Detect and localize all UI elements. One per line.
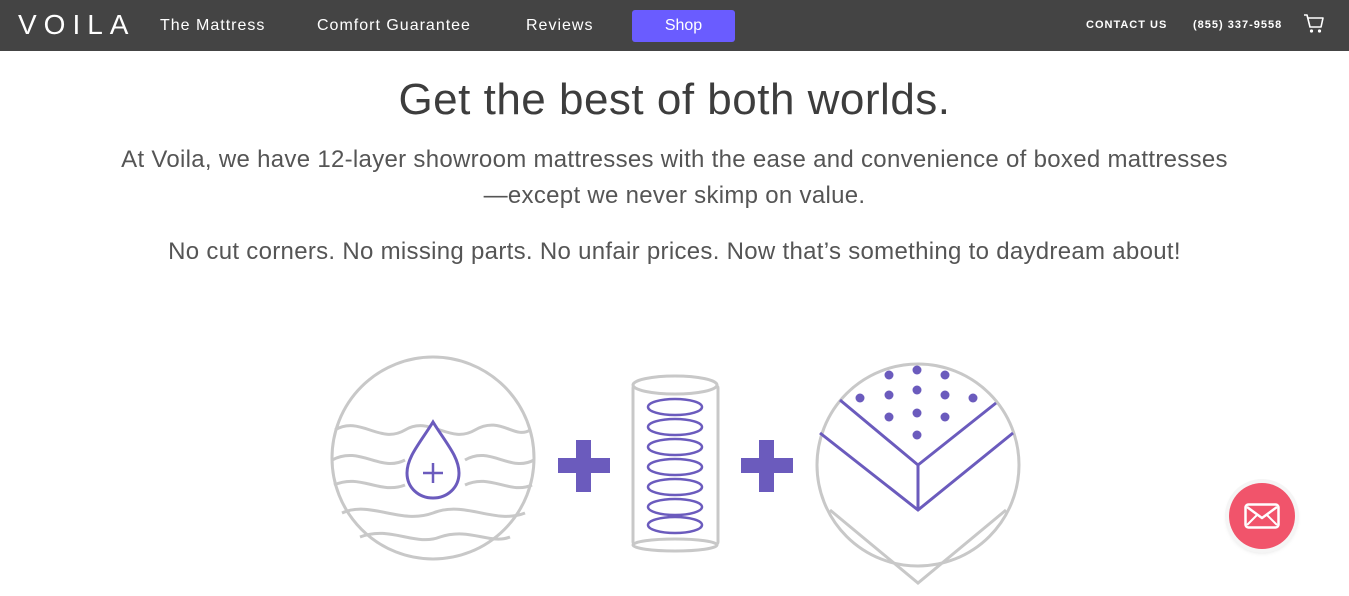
- nav-link-the-mattress[interactable]: The Mattress: [160, 16, 265, 36]
- hero-tagline: No cut corners. No missing parts. No unf…: [168, 238, 1181, 265]
- cart-icon[interactable]: [1303, 13, 1325, 35]
- coil-spring-icon: [631, 374, 720, 553]
- phone-link[interactable]: (855) 337-9558: [1193, 18, 1282, 32]
- hero-paragraph: At Voila, we have 12-layer showroom matt…: [121, 146, 1228, 209]
- plus-icon: [558, 440, 610, 492]
- mattress-layers-illustration: [320, 345, 1040, 596]
- top-navbar: VOILA The Mattress Comfort Guarantee Rev…: [0, 0, 1349, 51]
- chat-mail-button[interactable]: [1229, 483, 1295, 549]
- page-headline: Get the best of both worlds.: [398, 75, 951, 124]
- water-drop-layers-icon: [330, 355, 536, 561]
- foam-layer-icon: [815, 362, 1021, 585]
- plus-icon: [741, 440, 793, 492]
- nav-link-reviews[interactable]: Reviews: [526, 16, 593, 36]
- nav-link-comfort-guarantee[interactable]: Comfort Guarantee: [317, 16, 471, 36]
- contact-us-link[interactable]: CONTACT US: [1086, 18, 1167, 32]
- shop-button[interactable]: Shop: [632, 10, 735, 42]
- brand-logo[interactable]: VOILA: [18, 10, 135, 40]
- mail-icon: [1244, 503, 1280, 529]
